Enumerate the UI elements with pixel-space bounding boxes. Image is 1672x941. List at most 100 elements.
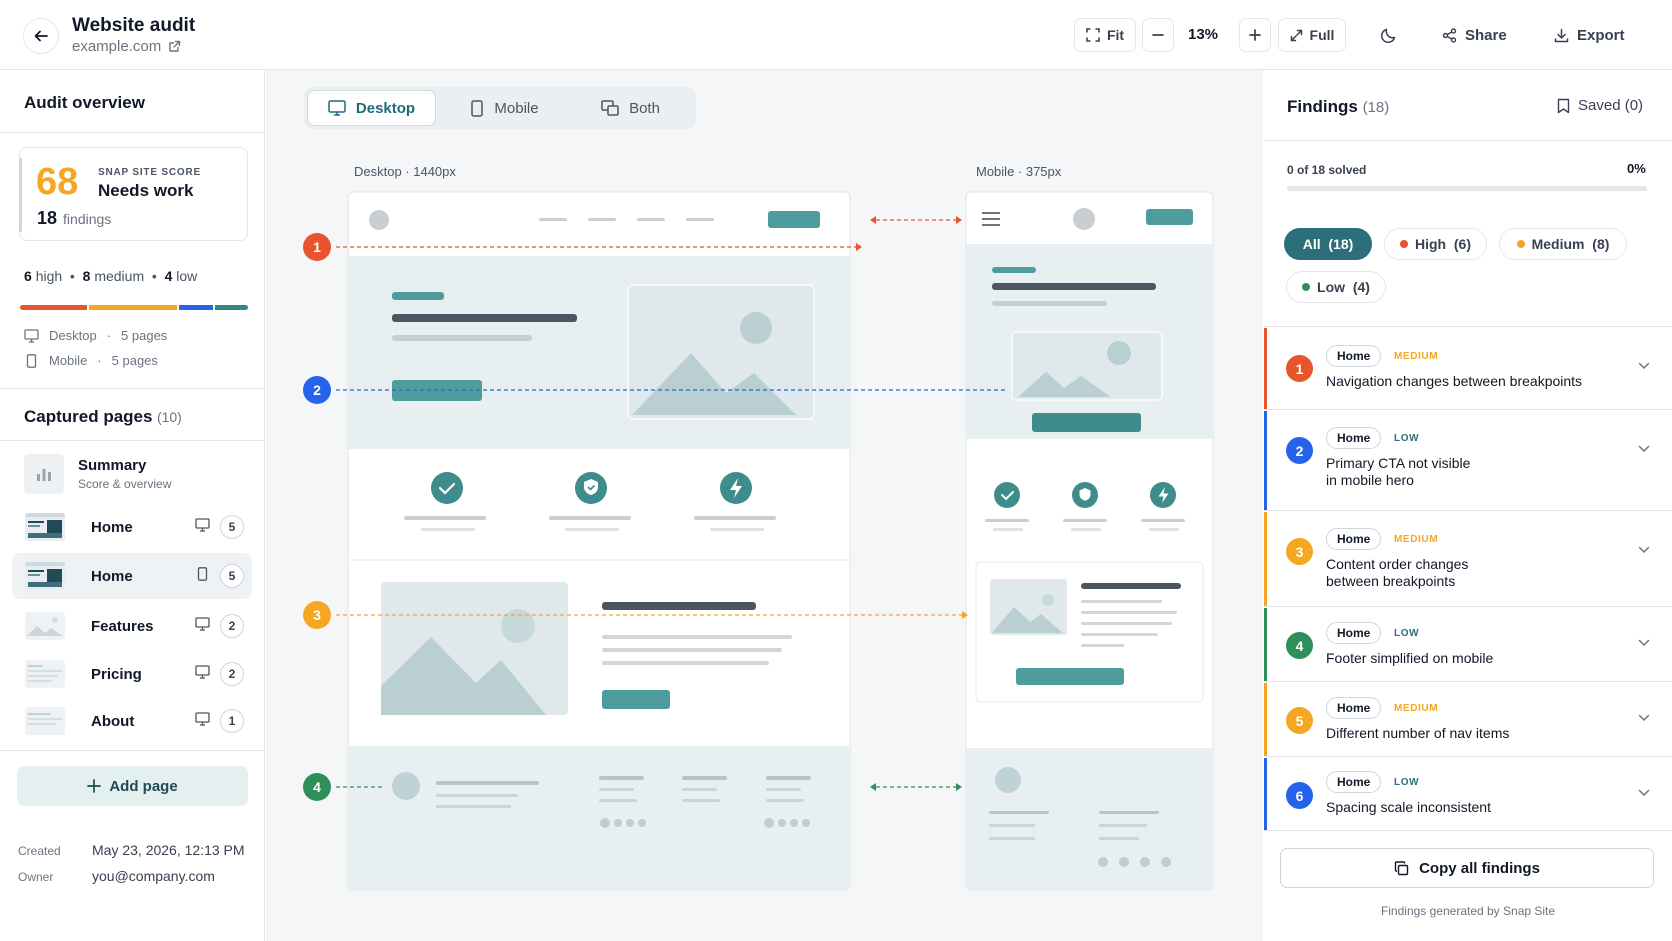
divider bbox=[1264, 140, 1672, 141]
mobile-label: Mobile bbox=[49, 353, 88, 368]
finding-number: 5 bbox=[1286, 707, 1313, 734]
marker-1[interactable]: 1 bbox=[303, 233, 331, 261]
zoom-out-button[interactable] bbox=[1142, 18, 1174, 52]
severity-bar-medium bbox=[88, 305, 178, 310]
chevron-down-icon[interactable] bbox=[1638, 639, 1650, 647]
page-count-badge: 5 bbox=[220, 564, 244, 588]
site-link[interactable]: example.com bbox=[72, 38, 181, 55]
monitor-icon bbox=[195, 665, 210, 679]
saved-button[interactable]: Saved (0) bbox=[1557, 97, 1643, 114]
back-button[interactable] bbox=[23, 18, 59, 54]
phone-icon bbox=[26, 353, 37, 368]
filter-low[interactable]: Low (4) bbox=[1286, 271, 1386, 303]
high-label: high bbox=[35, 268, 63, 284]
mobile-pages-row: Mobile · 5 pages bbox=[24, 353, 158, 368]
finding-severity: LOW bbox=[1394, 628, 1420, 639]
page-name: Pricing bbox=[91, 665, 142, 683]
finding-page-tag: Home bbox=[1326, 427, 1382, 449]
share-icon bbox=[1442, 27, 1457, 43]
dot-separator: · bbox=[97, 353, 102, 368]
findings-total-number: 18 bbox=[37, 208, 58, 228]
page-thumbnail bbox=[25, 562, 65, 590]
page-count-badge: 2 bbox=[220, 614, 244, 638]
chevron-down-icon[interactable] bbox=[1638, 789, 1650, 797]
share-button[interactable]: Share bbox=[1442, 18, 1507, 52]
finding-severity: LOW bbox=[1394, 777, 1420, 788]
full-label: Full bbox=[1309, 27, 1335, 43]
monitor-icon bbox=[195, 518, 210, 532]
filter-high[interactable]: High (6) bbox=[1384, 228, 1487, 260]
chevron-down-icon[interactable] bbox=[1638, 546, 1650, 554]
score-label: SNAP SITE SCORE bbox=[98, 167, 201, 178]
dot-separator: · bbox=[106, 328, 112, 343]
summary-text: Summary Score & overview bbox=[78, 457, 171, 491]
finding-severity: MEDIUM bbox=[1394, 351, 1439, 362]
finding-number: 6 bbox=[1286, 782, 1313, 809]
marker-4-label: 4 bbox=[313, 779, 321, 795]
finding-text: Navigation changes between breakpoints bbox=[1326, 373, 1583, 389]
marker-1-label: 1 bbox=[313, 239, 321, 255]
page-item-home-mobile[interactable]: Home 5 bbox=[12, 553, 252, 599]
marker-3-label: 3 bbox=[313, 607, 321, 623]
finding-item[interactable]: 1 Home MEDIUM Navigation changes between… bbox=[1264, 328, 1672, 410]
finding-text-line-1: Primary CTA not visible bbox=[1326, 455, 1471, 471]
minus-icon bbox=[1152, 34, 1164, 36]
chevron-down-icon[interactable] bbox=[1638, 714, 1650, 722]
page-title: Website audit bbox=[72, 15, 196, 36]
severity-bar bbox=[20, 305, 248, 310]
finding-item[interactable]: 2 Home LOW Primary CTA not visible in mo… bbox=[1264, 411, 1672, 511]
copy-all-findings-button[interactable]: Copy all findings bbox=[1280, 848, 1654, 888]
finding-item[interactable]: 6 Home LOW Spacing scale inconsistent bbox=[1264, 758, 1672, 831]
full-button[interactable]: Full bbox=[1278, 18, 1346, 52]
finding-severity: LOW bbox=[1394, 433, 1420, 444]
phone-icon bbox=[197, 567, 208, 581]
low-dot bbox=[1302, 283, 1311, 291]
created-value: May 23, 2026, 12:13 PM bbox=[92, 842, 245, 858]
finding-text: Spacing scale inconsistent bbox=[1326, 799, 1491, 815]
finding-item[interactable]: 4 Home LOW Footer simplified on mobile bbox=[1264, 608, 1672, 682]
preview-canvas: Desktop Mobile Both Desktop · 1440px Mob… bbox=[266, 70, 1263, 941]
filter-medium[interactable]: Medium (8) bbox=[1499, 228, 1627, 260]
filter-low-label: Low (4) bbox=[1317, 279, 1370, 295]
marker-4[interactable]: 4 bbox=[303, 773, 331, 801]
chevron-down-icon[interactable] bbox=[1638, 362, 1650, 370]
page-item-features[interactable]: Features 2 bbox=[12, 603, 252, 649]
divider bbox=[1264, 326, 1672, 327]
finding-item[interactable]: 5 Home MEDIUM Different number of nav it… bbox=[1264, 683, 1672, 757]
export-button[interactable]: Export bbox=[1554, 18, 1625, 52]
page-item-home-desktop[interactable]: Home 5 bbox=[12, 504, 252, 550]
marker-3[interactable]: 3 bbox=[303, 601, 331, 629]
copy-all-label: Copy all findings bbox=[1419, 859, 1540, 877]
fit-button[interactable]: Fit bbox=[1074, 18, 1136, 52]
page-item-pricing[interactable]: Pricing 2 bbox=[12, 651, 252, 697]
dark-mode-toggle[interactable] bbox=[1380, 18, 1397, 52]
finding-page-tag: Home bbox=[1326, 528, 1382, 550]
findings-total-word: findings bbox=[63, 211, 112, 227]
medium-dot bbox=[1516, 240, 1525, 248]
page-thumbnail bbox=[25, 513, 65, 541]
finding-text: Different number of nav items bbox=[1326, 725, 1510, 741]
captured-pages-header: Captured pages (10) bbox=[24, 407, 182, 427]
page-name: Home bbox=[91, 518, 133, 536]
divider bbox=[0, 440, 265, 441]
chevron-down-icon[interactable] bbox=[1638, 445, 1650, 453]
summary-title: Summary bbox=[78, 457, 147, 474]
severity-bar-low-blue bbox=[179, 305, 213, 310]
findings-total: 18 findings bbox=[37, 208, 111, 229]
monitor-icon bbox=[195, 712, 210, 726]
severity-bar-low bbox=[214, 305, 248, 310]
arrow-left-icon bbox=[34, 30, 48, 42]
add-page-button[interactable]: Add page bbox=[17, 766, 248, 806]
filter-high-label: High (6) bbox=[1415, 236, 1471, 252]
finding-number: 4 bbox=[1286, 632, 1313, 659]
finding-item[interactable]: 3 Home MEDIUM Content order changes betw… bbox=[1264, 512, 1672, 607]
wireframe-comparison: 1 2 3 4 bbox=[303, 191, 1214, 891]
page-item-about[interactable]: About 1 bbox=[12, 698, 252, 744]
filter-all[interactable]: All (18) bbox=[1284, 228, 1372, 260]
findings-panel: Findings (18) Saved (0) 0 of 18 solved 0… bbox=[1264, 70, 1672, 941]
marker-2[interactable]: 2 bbox=[303, 376, 331, 404]
zoom-in-button[interactable] bbox=[1239, 18, 1271, 52]
summary-item[interactable]: Summary Score & overview bbox=[12, 448, 252, 500]
mobile-pages: 5 pages bbox=[111, 353, 158, 368]
solved-progress-bar bbox=[1287, 186, 1647, 191]
